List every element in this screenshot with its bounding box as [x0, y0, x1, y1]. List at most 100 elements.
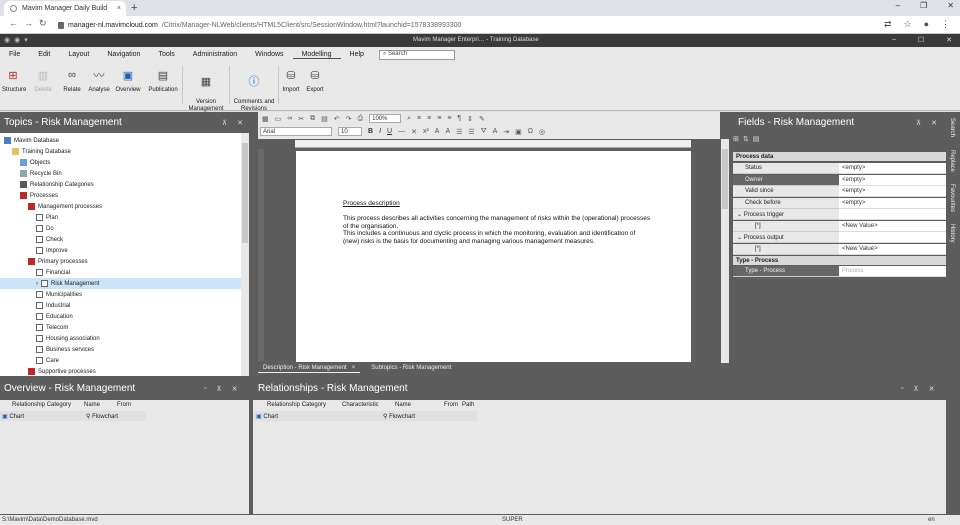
- side-tab-history[interactable]: History: [949, 224, 955, 243]
- find-icon[interactable]: ⌕: [407, 115, 411, 123]
- font-size-select[interactable]: 10: [338, 127, 362, 136]
- numbering-icon[interactable]: ☰: [468, 128, 474, 136]
- table-icon[interactable]: ▦: [262, 115, 269, 123]
- column-header[interactable]: From: [117, 402, 157, 408]
- tree-item[interactable]: Telecom: [0, 322, 241, 333]
- tab-description[interactable]: Description - Risk Management ×: [258, 363, 361, 373]
- bullets-icon[interactable]: ☰: [456, 128, 462, 136]
- menu-layout[interactable]: Layout: [59, 51, 98, 58]
- tree-item[interactable]: Relationship Categories: [0, 179, 241, 190]
- bold-icon[interactable]: B: [368, 128, 373, 135]
- field-value[interactable]: <empty>: [839, 163, 946, 174]
- browser-close-button[interactable]: ✕: [947, 1, 954, 10]
- delete-button[interactable]: ▥ Delete: [30, 66, 56, 94]
- menu-modelling[interactable]: Modelling: [292, 51, 341, 59]
- translate-icon[interactable]: ⇄: [884, 19, 892, 30]
- column-header[interactable]: Path: [462, 402, 482, 408]
- close-icon[interactable]: ✕: [931, 119, 937, 127]
- clear-format-icon[interactable]: ✕: [411, 128, 417, 136]
- indent-icon[interactable]: ⇥: [503, 128, 509, 136]
- menu-tools[interactable]: Tools: [149, 51, 183, 58]
- close-icon[interactable]: ✕: [929, 385, 935, 393]
- close-icon[interactable]: ×: [352, 365, 356, 371]
- close-icon[interactable]: ✕: [237, 119, 243, 127]
- format-icon[interactable]: ▭: [275, 115, 282, 123]
- underline-icon[interactable]: U: [387, 128, 392, 135]
- tree-item[interactable]: Industrial: [0, 300, 241, 311]
- undo-icon[interactable]: ↶: [334, 115, 340, 123]
- menu-file[interactable]: File: [0, 51, 29, 58]
- side-tab-replace[interactable]: Replace: [949, 150, 955, 172]
- pin-icon[interactable]: ⊼: [216, 385, 221, 393]
- scrollbar-thumb[interactable]: [242, 143, 248, 243]
- tree-item[interactable]: Improve: [0, 245, 241, 256]
- document-page[interactable]: Process description This process describ…: [296, 151, 691, 362]
- forward-icon[interactable]: →: [24, 18, 33, 28]
- tree-item[interactable]: Supportive processes: [0, 366, 241, 376]
- publication-button[interactable]: ▤ Publication: [146, 66, 180, 94]
- tree-item[interactable]: Housing association: [0, 333, 241, 344]
- pin-icon[interactable]: ⊼: [916, 119, 921, 127]
- overview-button[interactable]: ▣ Overview: [114, 66, 142, 94]
- import-button[interactable]: ⛁ Import: [280, 66, 302, 94]
- tree-item[interactable]: Business services: [0, 344, 241, 355]
- topics-scrollbar[interactable]: [241, 133, 249, 376]
- close-icon[interactable]: ✕: [232, 385, 238, 393]
- menu-windows[interactable]: Windows: [246, 51, 292, 58]
- column-header[interactable]: Name: [84, 402, 117, 408]
- field-value[interactable]: <New Value>: [839, 220, 946, 232]
- pin-icon[interactable]: ⊼: [222, 119, 227, 127]
- field-value[interactable]: <empty>: [839, 174, 946, 186]
- menu-edit[interactable]: Edit: [29, 51, 59, 58]
- tree-item[interactable]: Financial: [0, 267, 241, 278]
- new-tab-button[interactable]: +: [131, 2, 137, 14]
- strike-icon[interactable]: —: [398, 128, 405, 135]
- align-center-icon[interactable]: ≡: [427, 115, 431, 122]
- properties-icon[interactable]: ▤: [753, 135, 760, 143]
- zoom-select[interactable]: 100%: [369, 114, 402, 123]
- menu-kebab-icon[interactable]: ⋮: [941, 19, 950, 30]
- comments-revisions-button[interactable]: ⓘ Comments and Revisions: [231, 66, 277, 113]
- analyse-button[interactable]: 〰 Analyse: [87, 66, 111, 93]
- field-value[interactable]: Process: [839, 266, 946, 277]
- star-icon[interactable]: ☆: [903, 19, 911, 30]
- table-row[interactable]: ▣ Chart ⚲ Flowchart: [253, 411, 477, 421]
- tree-item[interactable]: Mavim Database: [0, 135, 241, 146]
- paragraph-icon[interactable]: ¶: [457, 115, 461, 122]
- column-header[interactable]: Relationship Category: [253, 402, 342, 408]
- tree-item[interactable]: Primary processes: [0, 256, 241, 267]
- italic-icon[interactable]: I: [379, 128, 381, 135]
- editor-scrollbar[interactable]: [721, 139, 729, 363]
- browser-minimize-button[interactable]: –: [896, 1, 900, 10]
- superscript-icon[interactable]: x²: [423, 128, 429, 135]
- browser-tab[interactable]: Mavim Manager Daily Build ×: [4, 1, 126, 16]
- tree-item[interactable]: Objects: [0, 157, 241, 168]
- cut-icon[interactable]: ✂: [298, 115, 304, 123]
- tree-item[interactable]: Processes: [0, 190, 241, 201]
- side-tab-search[interactable]: Search: [949, 118, 955, 137]
- account-icon[interactable]: ●: [924, 19, 929, 30]
- tree-item[interactable]: Plan: [0, 212, 241, 223]
- tree-item[interactable]: Check: [0, 234, 241, 245]
- align-left-icon[interactable]: ≡: [417, 115, 421, 122]
- tree-item[interactable]: Management processes: [0, 201, 241, 212]
- export-button[interactable]: ⛁ Export: [304, 66, 326, 94]
- search-input[interactable]: ⌕ Search: [378, 49, 455, 60]
- field-value[interactable]: [839, 209, 946, 220]
- column-header[interactable]: Characteristic: [342, 402, 395, 408]
- justify-icon[interactable]: ≡: [447, 115, 451, 122]
- highlight-icon[interactable]: ⛛: [481, 128, 487, 136]
- side-tab-favourites[interactable]: Favourites: [949, 184, 955, 212]
- relate-button[interactable]: ∞ Relate: [61, 66, 83, 93]
- link-icon[interactable]: ∞: [287, 115, 292, 122]
- menu-navigation[interactable]: Navigation: [98, 51, 149, 58]
- app-maximize-button[interactable]: ☐: [918, 36, 924, 44]
- restore-icon[interactable]: ▫: [204, 385, 206, 393]
- tree-item[interactable]: Care: [0, 355, 241, 366]
- panel-splitter[interactable]: [249, 380, 253, 514]
- structure-button[interactable]: ⊞ Structure: [2, 66, 26, 94]
- symbol-icon[interactable]: Ω: [528, 128, 533, 135]
- redo-icon[interactable]: ↷: [346, 115, 352, 123]
- field-value[interactable]: <empty>: [839, 197, 946, 209]
- close-tab-icon[interactable]: ×: [117, 5, 121, 12]
